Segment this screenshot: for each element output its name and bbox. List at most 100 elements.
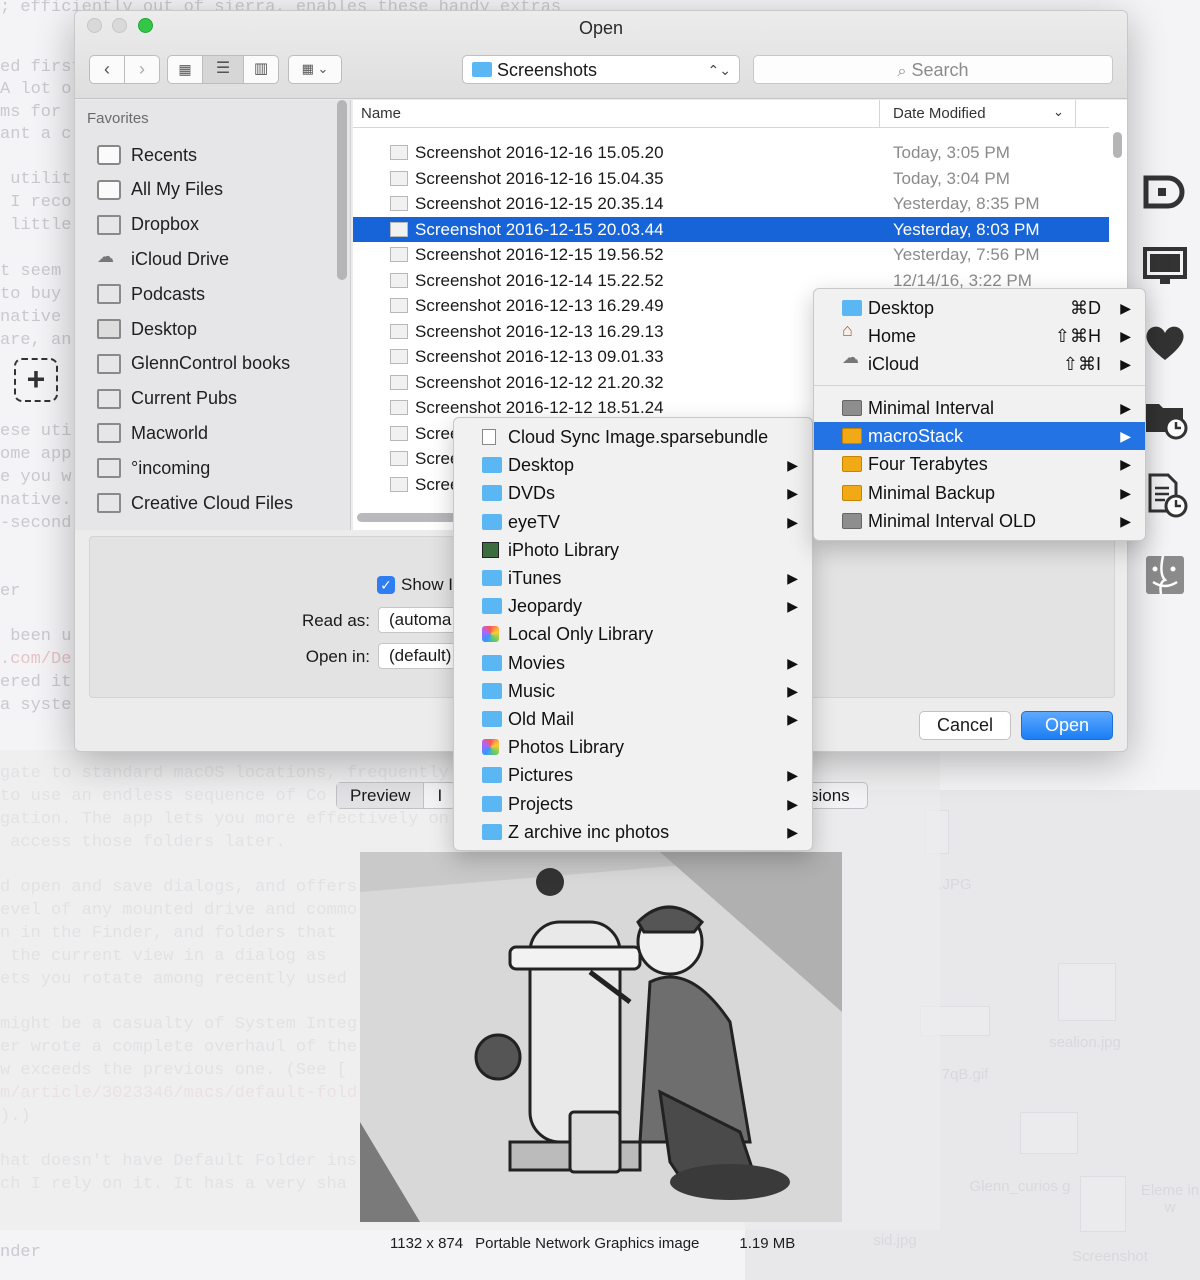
file-name: Screenshot 2016-12-14 15.22.52 bbox=[415, 270, 664, 290]
sidebar-item[interactable]: Creative Cloud Files bbox=[97, 488, 293, 518]
sidebar-item[interactable]: Dropbox bbox=[97, 210, 199, 240]
sidebar-item[interactable]: ☁ iCloud Drive bbox=[97, 244, 229, 274]
file-thumbnail-icon bbox=[390, 196, 408, 211]
column-header-date[interactable]: Date Modified bbox=[893, 105, 986, 122]
search-field[interactable]: ⌕ Search bbox=[753, 55, 1113, 84]
tab-info[interactable]: I bbox=[424, 783, 455, 808]
menu-item[interactable]: Pictures ▶ bbox=[454, 761, 812, 789]
menu-item[interactable]: Old Mail ▶ bbox=[454, 705, 812, 733]
icon-view-button[interactable]: ▦ bbox=[167, 55, 203, 84]
sidebar-item[interactable]: Podcasts bbox=[97, 279, 205, 309]
file-thumbnail-icon bbox=[390, 221, 408, 237]
menu-item[interactable]: Z archive inc photos ▶ bbox=[454, 818, 812, 846]
bg-text: ese uti bbox=[0, 422, 72, 441]
menu-item-label: Cloud Sync Image.sparsebundle bbox=[508, 427, 769, 447]
submenu-arrow-icon: ▶ bbox=[787, 767, 798, 784]
sidebar-item[interactable]: °incoming bbox=[97, 453, 210, 483]
list-scrollbar[interactable] bbox=[1113, 132, 1122, 158]
menu-item[interactable]: macroStack ▶ bbox=[814, 422, 1145, 451]
forward-button[interactable]: › bbox=[124, 55, 160, 84]
file-row[interactable]: Screenshot 2016-12-15 19.56.52 Yesterday,… bbox=[353, 242, 1109, 268]
bg-text: to buy bbox=[0, 285, 62, 304]
location-popup[interactable]: Screenshots ⌃⌄ bbox=[462, 55, 740, 84]
folder-icon bbox=[482, 570, 502, 586]
file-thumbnail-icon bbox=[390, 170, 408, 186]
sidebar-item[interactable]: Desktop bbox=[97, 314, 197, 344]
menu-item[interactable]: Projects ▶ bbox=[454, 790, 812, 818]
menu-item[interactable]: DVDs ▶ bbox=[454, 479, 812, 507]
file-date: Today, 3:04 PM bbox=[893, 168, 1010, 188]
menu-item[interactable]: Desktop ⌘D ▶ bbox=[814, 294, 1145, 322]
home-icon: ⌂ bbox=[842, 320, 853, 340]
file-thumbnail-icon bbox=[390, 451, 408, 466]
list-view-button[interactable]: ☰ bbox=[202, 55, 244, 84]
file-thumbnail-icon bbox=[390, 400, 408, 415]
monitor-icon[interactable] bbox=[1142, 244, 1188, 290]
cloud-icon: ☁ bbox=[842, 348, 859, 367]
show-checkbox[interactable]: ✓ bbox=[377, 576, 395, 594]
menu-item[interactable]: Movies ▶ bbox=[454, 649, 812, 677]
menu-item[interactable]: Minimal Interval OLD ▶ bbox=[814, 507, 1145, 535]
file-thumbnail-icon bbox=[390, 298, 408, 313]
submenu-arrow-icon: ▶ bbox=[787, 711, 798, 727]
menu-item-label: Minimal Backup bbox=[868, 482, 996, 503]
add-folder-icon[interactable]: + bbox=[14, 358, 58, 402]
folder-clock-icon[interactable] bbox=[1142, 396, 1188, 442]
sidebar-item[interactable]: GlennControl books bbox=[97, 349, 290, 379]
column-view-button[interactable]: ▥ bbox=[243, 55, 279, 84]
menu-item[interactable]: Minimal Backup ▶ bbox=[814, 479, 1145, 507]
desktop-file-label: Eleme in w bbox=[1140, 1182, 1200, 1216]
sidebar-item[interactable]: Current Pubs bbox=[97, 384, 237, 414]
back-button[interactable]: ‹ bbox=[89, 55, 125, 84]
bg-text: ered it bbox=[0, 673, 72, 692]
sidebar-item[interactable]: Macworld bbox=[97, 418, 208, 448]
arrange-button[interactable]: ▦ ⌄ bbox=[288, 55, 342, 84]
menu-item[interactable]: Four Terabytes ▶ bbox=[814, 450, 1145, 478]
menu-item[interactable]: Local Only Library bbox=[454, 620, 812, 648]
list-icon: ☰ bbox=[215, 60, 231, 77]
heart-icon[interactable] bbox=[1142, 320, 1188, 366]
menu-item[interactable]: Cloud Sync Image.sparsebundle bbox=[454, 423, 812, 451]
menu-item[interactable]: Photos Library bbox=[454, 733, 812, 761]
finder-icon[interactable] bbox=[1142, 552, 1188, 598]
file-name: Screenshot 2016-12-13 16.29.13 bbox=[415, 321, 664, 341]
photos-icon bbox=[482, 626, 499, 643]
sidebar-item-label: °incoming bbox=[131, 457, 211, 478]
menu-item[interactable]: ⌂ Home ⇧⌘H ▶ bbox=[814, 320, 1145, 350]
open-button[interactable]: Open bbox=[1021, 711, 1113, 740]
sidebar-item[interactable]: All My Files bbox=[97, 175, 223, 205]
folder-icon bbox=[97, 493, 121, 513]
horizontal-scrollbar[interactable] bbox=[357, 513, 457, 522]
chevron-right-icon: › bbox=[139, 59, 145, 79]
menu-item[interactable]: iPhoto Library bbox=[454, 536, 812, 564]
bg-text: are, an bbox=[0, 331, 72, 350]
menu-item[interactable]: Desktop ▶ bbox=[454, 451, 812, 479]
file-row[interactable]: Screenshot 2016-12-15 20.03.44 Yesterday,… bbox=[353, 216, 1109, 242]
tab-preview[interactable]: Preview bbox=[337, 783, 425, 808]
menu-item[interactable]: Minimal Interval ▶ bbox=[814, 394, 1145, 422]
read-as-label: Read as: bbox=[301, 611, 370, 630]
document-d-icon[interactable] bbox=[1142, 168, 1188, 214]
menu-item-label: Pictures bbox=[508, 765, 574, 786]
menu-item[interactable]: Music ▶ bbox=[454, 677, 812, 705]
file-row[interactable]: Screenshot 2016-12-16 15.05.20 Today, 3:0… bbox=[353, 140, 1109, 166]
menu-item[interactable]: Jeopardy ▶ bbox=[454, 592, 812, 620]
menu-item[interactable]: ☁ iCloud ⇧⌘I ▶ bbox=[814, 348, 1145, 378]
menu-item[interactable]: iTunes ▶ bbox=[454, 564, 812, 592]
bg-text: been u bbox=[0, 627, 72, 646]
column-header-name[interactable]: Name bbox=[361, 105, 401, 122]
file-row[interactable]: Screenshot 2016-12-15 20.35.14 Yesterday,… bbox=[353, 191, 1109, 217]
desktop-file-label: Glenn_curios g bbox=[969, 1178, 1071, 1195]
folder-icon bbox=[97, 214, 121, 235]
sidebar-scrollbar[interactable] bbox=[337, 100, 347, 280]
file-date: Yesterday, 7:56 PM bbox=[893, 245, 1040, 264]
document-clock-icon[interactable] bbox=[1142, 472, 1188, 518]
search-placeholder: Search bbox=[911, 60, 969, 80]
photos-icon bbox=[482, 739, 499, 756]
cancel-button[interactable]: Cancel bbox=[919, 711, 1011, 740]
file-row[interactable]: Screenshot 2016-12-16 15.04.35 Today, 3:0… bbox=[353, 166, 1109, 192]
menu-item[interactable]: eyeTV ▶ bbox=[454, 508, 812, 536]
bg-text: t seem bbox=[0, 262, 62, 281]
sidebar-item[interactable]: Recents bbox=[97, 140, 197, 170]
desktop-icon bbox=[97, 319, 121, 339]
